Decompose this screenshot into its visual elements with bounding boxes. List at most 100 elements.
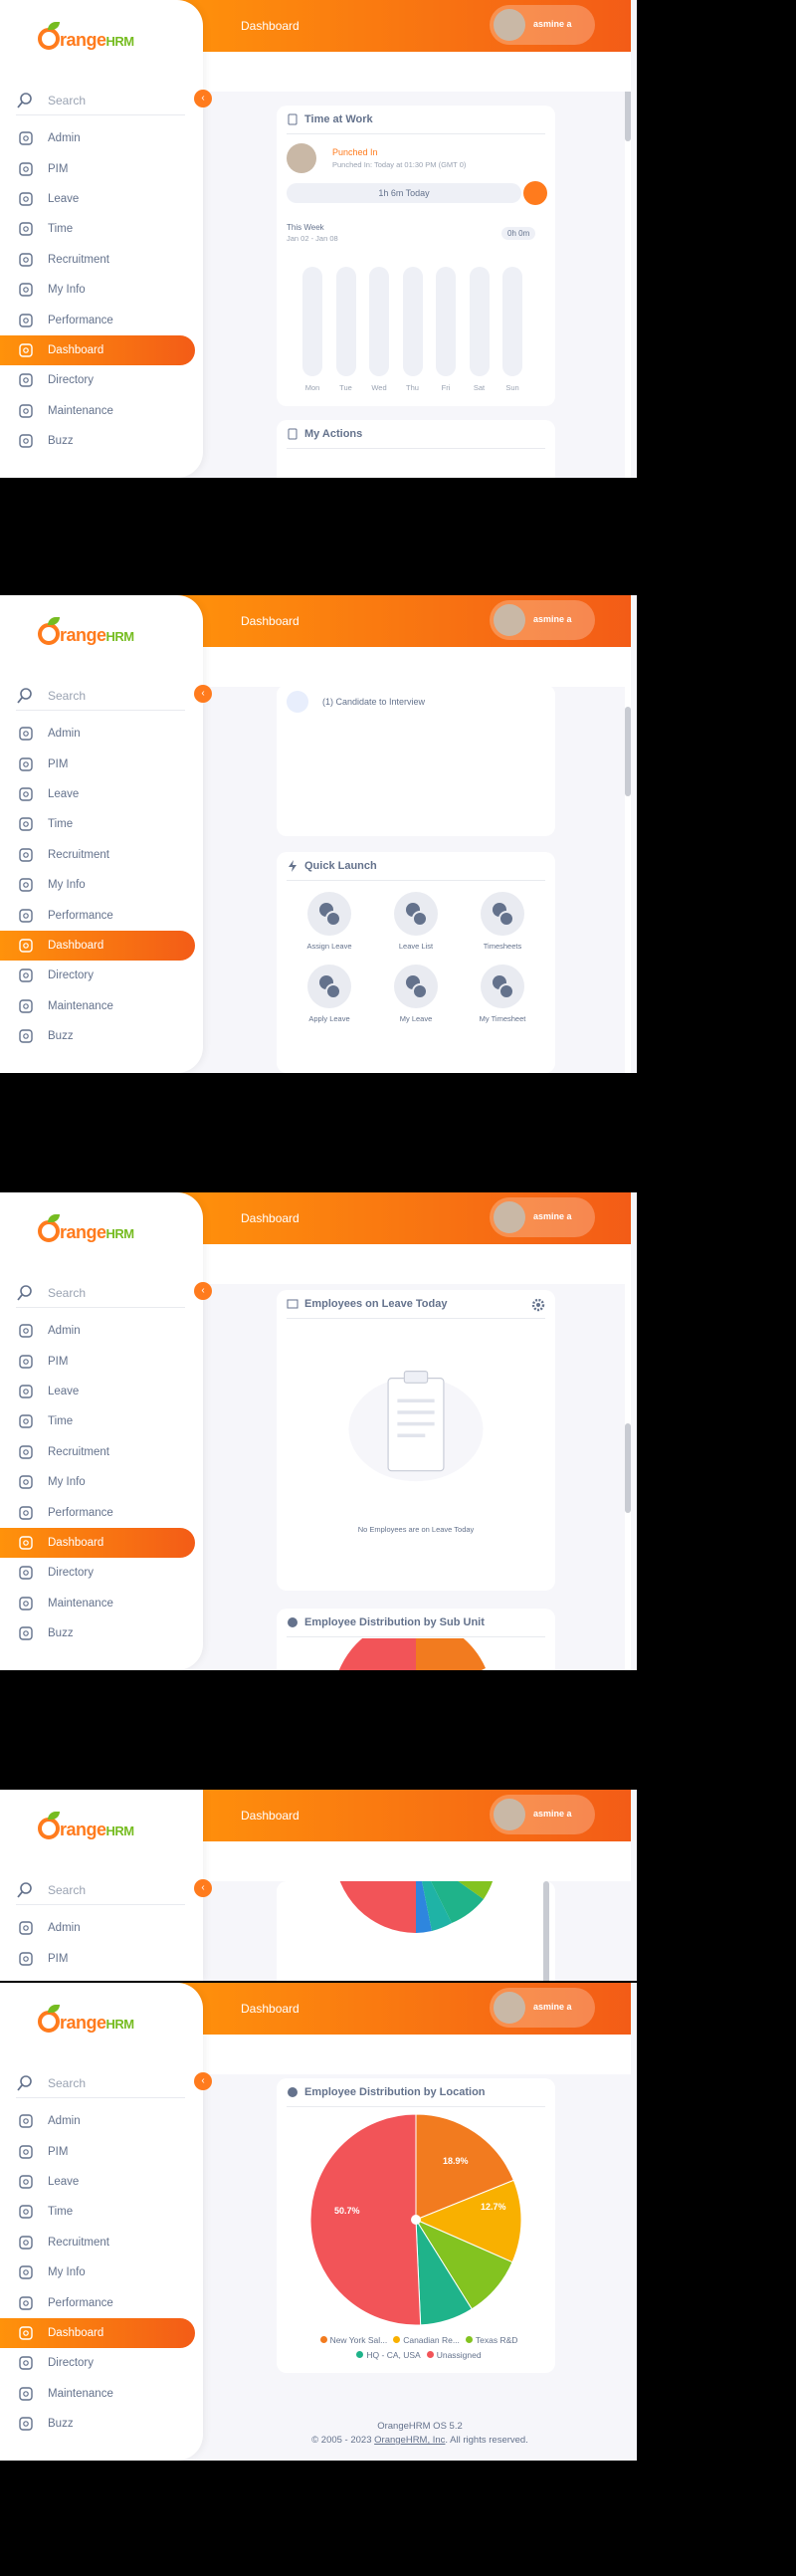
orangehrm-logo[interactable]: rangeHRM xyxy=(38,2005,157,2039)
sidebar: rangeHRM Search Admin PIM xyxy=(0,1790,203,1981)
sidebar-item-time[interactable]: Time xyxy=(0,214,203,244)
sidebar-item-dashboard[interactable]: Dashboard xyxy=(0,2317,195,2349)
scrollbar[interactable] xyxy=(625,647,631,1073)
sidebar-item-time[interactable]: Time xyxy=(0,2197,203,2227)
sub-header xyxy=(173,52,631,92)
sidebar-item-label: Recruitment xyxy=(48,848,109,861)
sidebar-item-label: Directory xyxy=(48,2357,95,2370)
sidebar-toggle-button[interactable]: ‹ xyxy=(194,1282,212,1300)
sidebar-item-time[interactable]: Time xyxy=(0,809,203,839)
sidebar-item-leave[interactable]: Leave xyxy=(0,2167,203,2197)
sidebar-item-admin[interactable]: Admin xyxy=(0,1913,203,1943)
quick-launch-timesheets[interactable]: Timesheets xyxy=(468,892,537,951)
sidebar-toggle-button[interactable]: ‹ xyxy=(194,2072,212,2090)
maintenance-icon xyxy=(19,1597,33,1610)
sidebar-item-time[interactable]: Time xyxy=(0,1406,203,1436)
scrollbar[interactable] xyxy=(625,52,631,478)
sidebar-item-performance[interactable]: Performance xyxy=(0,1497,203,1527)
search-field[interactable]: Search xyxy=(16,86,185,115)
sidebar-item-performance[interactable]: Performance xyxy=(0,305,203,334)
legend-item[interactable]: New York Sal... xyxy=(314,2335,387,2345)
sidebar-item-buzz[interactable]: Buzz xyxy=(0,1618,203,1648)
user-dropdown[interactable]: asmine a xyxy=(490,1795,595,1834)
orangehrm-logo[interactable]: rangeHRM xyxy=(38,1214,157,1248)
sidebar-item-admin[interactable]: Admin xyxy=(0,719,203,749)
sidebar-item-dashboard[interactable]: Dashboard xyxy=(0,1527,195,1559)
legend-item[interactable]: Texas R&D xyxy=(460,2335,517,2345)
sidebar-item-label: Directory xyxy=(48,374,95,387)
sidebar-item-leave[interactable]: Leave xyxy=(0,779,203,809)
user-dropdown[interactable]: asmine a xyxy=(490,5,595,45)
leave-icon xyxy=(19,192,33,206)
search-field[interactable]: Search xyxy=(16,1278,185,1308)
sidebar-item-pim[interactable]: PIM xyxy=(0,153,203,183)
sidebar-item-maintenance[interactable]: Maintenance xyxy=(0,991,203,1021)
search-field[interactable]: Search xyxy=(16,2068,185,2098)
sidebar-item-leave[interactable]: Leave xyxy=(0,184,203,214)
sidebar-item-dashboard[interactable]: Dashboard xyxy=(0,334,195,366)
dashboard-icon xyxy=(19,2326,33,2340)
sidebar-item-pim[interactable]: PIM xyxy=(0,1943,203,1973)
quick-launch-apply-leave[interactable]: Apply Leave xyxy=(295,965,364,1023)
sidebar-item-maintenance[interactable]: Maintenance xyxy=(0,396,203,426)
sidebar-item-buzz[interactable]: Buzz xyxy=(0,426,203,456)
sidebar-item-myinfo[interactable]: My Info xyxy=(0,275,203,305)
sidebar-toggle-button[interactable]: ‹ xyxy=(194,685,212,703)
quick-launch-leave-list[interactable]: Leave List xyxy=(381,892,451,951)
user-dropdown[interactable]: asmine a xyxy=(490,1988,595,2028)
sidebar-toggle-button[interactable]: ‹ xyxy=(194,90,212,107)
legend-item[interactable]: HQ - CA, USA xyxy=(350,2350,421,2360)
sidebar-item-buzz[interactable]: Buzz xyxy=(0,1021,203,1051)
orangehrm-logo[interactable]: rangeHRM xyxy=(38,1812,157,1845)
quick-launch-assign-leave[interactable]: Assign Leave xyxy=(295,892,364,951)
search-field[interactable]: Search xyxy=(16,681,185,711)
sidebar-item-admin[interactable]: Admin xyxy=(0,2106,203,2136)
sidebar-item-performance[interactable]: Performance xyxy=(0,2287,203,2317)
company-link[interactable]: OrangeHRM, Inc xyxy=(374,2435,445,2446)
user-dropdown[interactable]: asmine a xyxy=(490,600,595,640)
sidebar-item-myinfo[interactable]: My Info xyxy=(0,1467,203,1497)
sidebar-item-maintenance[interactable]: Maintenance xyxy=(0,2379,203,2409)
sidebar-item-directory[interactable]: Directory xyxy=(0,961,203,990)
slice-label: 12.7% xyxy=(481,2202,506,2212)
sidebar-item-recruitment[interactable]: Recruitment xyxy=(0,840,203,870)
sidebar-item-maintenance[interactable]: Maintenance xyxy=(0,1589,203,1618)
quick-launch-my-timesheet[interactable]: My Timesheet xyxy=(468,965,537,1023)
action-item-link[interactable]: (1) Candidate to Interview xyxy=(322,697,425,707)
sidebar-item-recruitment[interactable]: Recruitment xyxy=(0,1437,203,1467)
recruitment-icon xyxy=(19,848,33,862)
sidebar-item-buzz[interactable]: Buzz xyxy=(0,2409,203,2439)
sidebar-item-recruitment[interactable]: Recruitment xyxy=(0,2228,203,2257)
pie-slice[interactable] xyxy=(309,2113,422,2326)
sidebar-item-pim[interactable]: PIM xyxy=(0,749,203,778)
orangehrm-logo[interactable]: rangeHRM xyxy=(38,617,157,651)
sidebar-item-directory[interactable]: Directory xyxy=(0,365,203,395)
sidebar-item-pim[interactable]: PIM xyxy=(0,2136,203,2166)
my-actions-card: My Actions xyxy=(277,420,555,478)
legend-item[interactable]: Unassigned xyxy=(421,2350,482,2360)
sidebar-item-pim[interactable]: PIM xyxy=(0,1346,203,1376)
sidebar-item-admin[interactable]: Admin xyxy=(0,123,203,153)
sidebar-item-performance[interactable]: Performance xyxy=(0,900,203,930)
sidebar-item-leave[interactable]: Leave xyxy=(0,1377,203,1406)
legend-item[interactable]: Canadian Re... xyxy=(387,2335,460,2345)
quick-launch-my-leave[interactable]: My Leave xyxy=(381,965,451,1023)
sub-unit-pie-bottom xyxy=(339,1881,494,1933)
user-dropdown[interactable]: asmine a xyxy=(490,1197,595,1237)
sidebar-item-label: Admin xyxy=(48,728,81,741)
sidebar-toggle-button[interactable]: ‹ xyxy=(194,1879,212,1897)
avatar xyxy=(494,1201,525,1233)
punch-button[interactable] xyxy=(523,181,547,205)
sidebar-item-directory[interactable]: Directory xyxy=(0,1558,203,1588)
sidebar-item-admin[interactable]: Admin xyxy=(0,1316,203,1346)
settings-gear-icon[interactable] xyxy=(531,1298,545,1312)
search-field[interactable]: Search xyxy=(16,1875,185,1905)
orangehrm-logo[interactable]: rangeHRM xyxy=(38,22,157,56)
sidebar-item-directory[interactable]: Directory xyxy=(0,2348,203,2378)
sidebar-item-dashboard[interactable]: Dashboard xyxy=(0,930,195,962)
sidebar-item-myinfo[interactable]: My Info xyxy=(0,2257,203,2287)
sidebar-item-myinfo[interactable]: My Info xyxy=(0,870,203,900)
recruitment-icon xyxy=(19,253,33,267)
scrollbar[interactable] xyxy=(625,1244,631,1670)
sidebar-item-recruitment[interactable]: Recruitment xyxy=(0,245,203,275)
